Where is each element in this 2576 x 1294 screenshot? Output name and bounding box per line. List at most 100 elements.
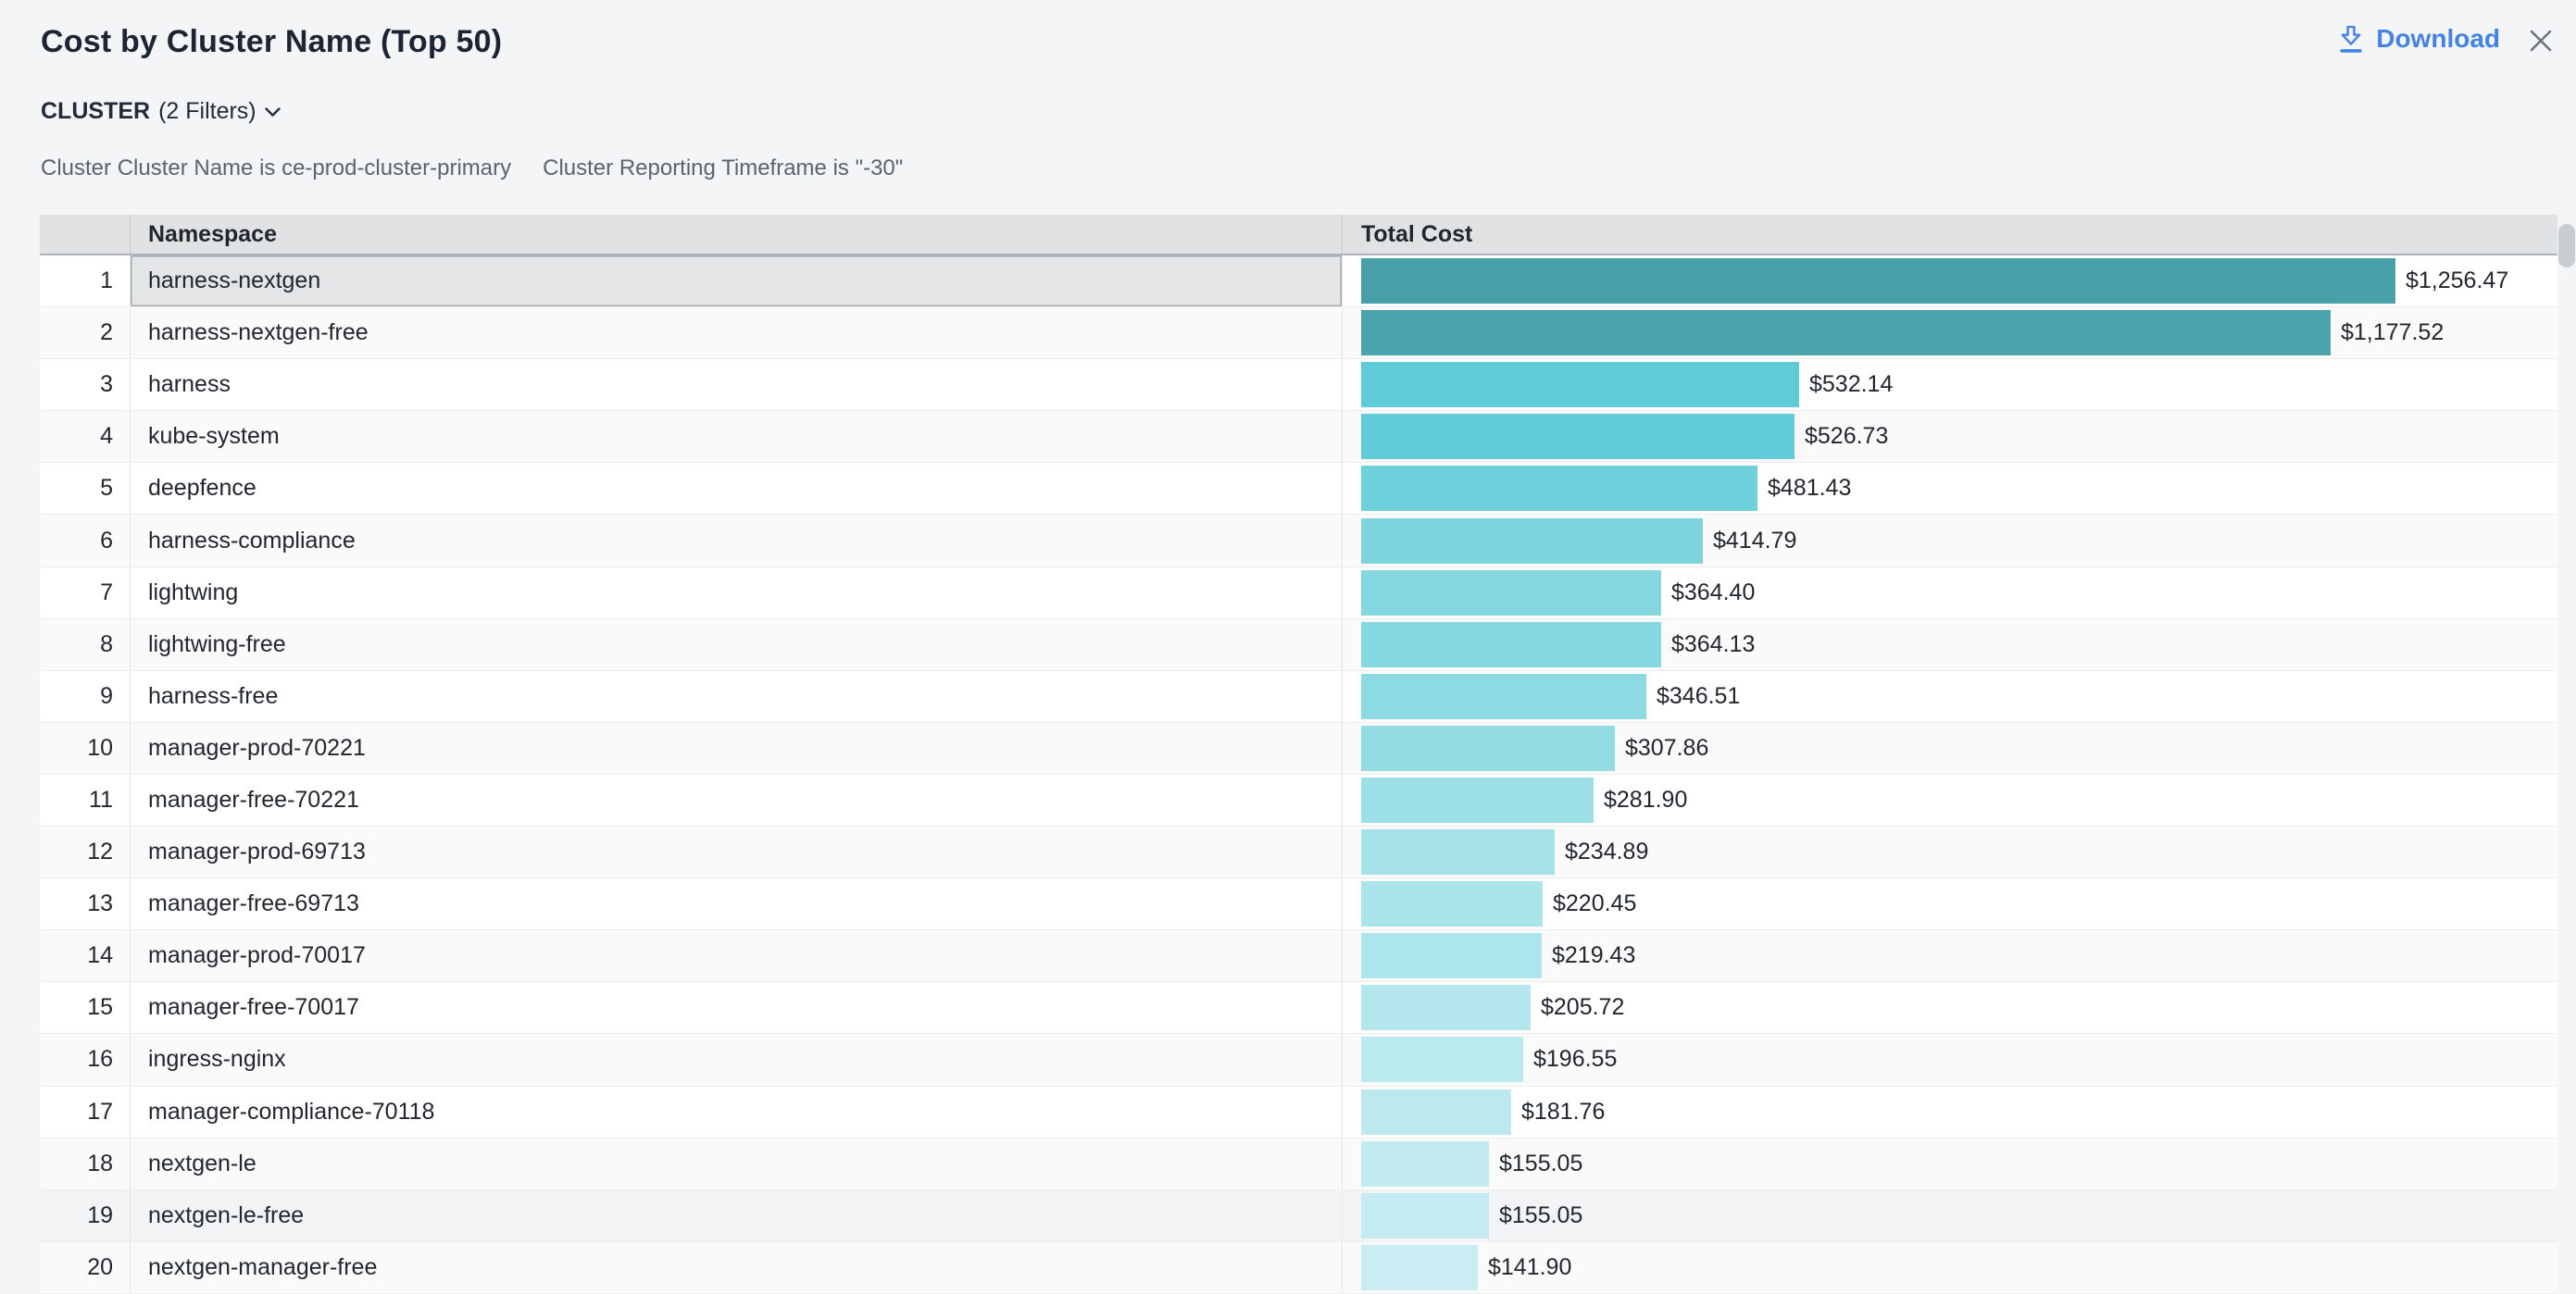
vertical-scrollbar-thumb[interactable] (2558, 224, 2575, 268)
row-rank: 6 (40, 515, 131, 566)
namespace-cell[interactable]: lightwing-free (131, 619, 1343, 670)
table-row[interactable]: 2 harness-nextgen-free $1,177.52 (40, 307, 2557, 359)
rank-column-header (40, 215, 131, 254)
namespace-label: deepfence (148, 475, 256, 502)
cost-bar (1361, 1089, 1511, 1135)
namespace-label: harness-free (148, 683, 278, 710)
namespace-cell[interactable]: manager-compliance-70118 (131, 1087, 1343, 1138)
namespace-cell[interactable]: harness (131, 359, 1343, 410)
namespace-label: lightwing-free (148, 631, 286, 658)
cost-bar (1361, 258, 2395, 304)
cost-bar (1361, 518, 1703, 564)
table-row[interactable]: 18 nextgen-le $155.05 (40, 1138, 2557, 1190)
table-row[interactable]: 9 harness-free $346.51 (40, 671, 2557, 723)
total-cost-cell: $481.43 (1343, 463, 2557, 514)
namespace-cell[interactable]: manager-free-70221 (131, 775, 1343, 826)
table-row[interactable]: 19 nextgen-le-free $155.05 (40, 1190, 2557, 1242)
namespace-cell[interactable]: nextgen-le-free (131, 1190, 1343, 1241)
total-cost-cell: $155.05 (1343, 1190, 2557, 1241)
table-row[interactable]: 15 manager-free-70017 $205.72 (40, 982, 2557, 1034)
cost-bar (1361, 1245, 1478, 1290)
cost-value: $532.14 (1809, 371, 1893, 398)
cost-value: $364.40 (1671, 579, 1755, 606)
namespace-label: manager-free-69713 (148, 890, 359, 917)
table-row[interactable]: 7 lightwing $364.40 (40, 567, 2557, 619)
cluster-filters-dropdown[interactable]: CLUSTER (2 Filters) (41, 98, 281, 125)
cost-table: Namespace Total Cost 1 harness-nextgen $… (40, 215, 2557, 1294)
row-rank: 1 (40, 255, 131, 306)
table-row[interactable]: 3 harness $532.14 (40, 359, 2557, 411)
cost-value: $141.90 (1488, 1254, 1571, 1281)
cost-bar (1361, 1141, 1489, 1187)
namespace-label: nextgen-manager-free (148, 1254, 377, 1281)
row-rank: 15 (40, 982, 131, 1033)
namespace-cell[interactable]: manager-free-69713 (131, 878, 1343, 929)
row-rank: 7 (40, 567, 131, 618)
row-rank: 18 (40, 1138, 131, 1189)
table-row[interactable]: 6 harness-compliance $414.79 (40, 515, 2557, 566)
cost-bar (1361, 726, 1615, 771)
total-cost-cell: $155.05 (1343, 1138, 2557, 1189)
namespace-cell[interactable]: harness-nextgen-free (131, 307, 1343, 358)
namespace-cell[interactable]: nextgen-le (131, 1138, 1343, 1189)
cost-value: $205.72 (1541, 994, 1624, 1021)
row-rank: 3 (40, 359, 131, 410)
cost-bar (1361, 985, 1531, 1030)
namespace-cell[interactable]: ingress-nginx (131, 1034, 1343, 1085)
namespace-cell[interactable]: manager-prod-70221 (131, 723, 1343, 774)
namespace-cell[interactable]: harness-nextgen (131, 255, 1343, 306)
total-cost-cell: $205.72 (1343, 982, 2557, 1033)
page-title: Cost by Cluster Name (Top 50) (41, 24, 502, 60)
table-row[interactable]: 17 manager-compliance-70118 $181.76 (40, 1087, 2557, 1138)
cost-value: $364.13 (1671, 631, 1755, 658)
total-cost-cell: $219.43 (1343, 930, 2557, 981)
namespace-label: manager-free-70017 (148, 994, 359, 1021)
row-rank: 20 (40, 1242, 131, 1293)
namespace-cell[interactable]: harness-free (131, 671, 1343, 722)
namespace-cell[interactable]: lightwing (131, 567, 1343, 618)
table-row[interactable]: 14 manager-prod-70017 $219.43 (40, 930, 2557, 982)
namespace-cell[interactable]: manager-prod-70017 (131, 930, 1343, 981)
close-button[interactable] (2524, 24, 2557, 57)
cost-value: $1,256.47 (2406, 268, 2508, 294)
table-row[interactable]: 10 manager-prod-70221 $307.86 (40, 723, 2557, 775)
table-row[interactable]: 4 kube-system $526.73 (40, 411, 2557, 463)
cost-bar (1361, 570, 1661, 616)
table-row[interactable]: 12 manager-prod-69713 $234.89 (40, 827, 2557, 878)
table-row[interactable]: 11 manager-free-70221 $281.90 (40, 775, 2557, 827)
namespace-cell[interactable]: deepfence (131, 463, 1343, 514)
table-row[interactable]: 16 ingress-nginx $196.55 (40, 1034, 2557, 1086)
row-rank: 16 (40, 1034, 131, 1085)
cost-value: $155.05 (1499, 1202, 1582, 1229)
cost-bar (1361, 1193, 1489, 1238)
total-cost-cell: $181.76 (1343, 1087, 2557, 1138)
cost-value: $481.43 (1768, 475, 1851, 502)
namespace-label: harness (148, 371, 231, 398)
namespace-cell[interactable]: nextgen-manager-free (131, 1242, 1343, 1293)
cost-bar (1361, 414, 1794, 459)
table-row[interactable]: 20 nextgen-manager-free $141.90 (40, 1242, 2557, 1294)
namespace-cell[interactable]: harness-compliance (131, 515, 1343, 566)
table-header-row: Namespace Total Cost (40, 215, 2557, 255)
cost-value: $196.55 (1533, 1046, 1617, 1073)
total-cost-cell: $141.90 (1343, 1242, 2557, 1293)
download-button[interactable]: Download (2337, 24, 2500, 54)
cost-value: $307.86 (1625, 735, 1708, 762)
total-cost-cell: $234.89 (1343, 827, 2557, 877)
cost-bar (1361, 362, 1799, 407)
namespace-cell[interactable]: manager-prod-69713 (131, 827, 1343, 877)
table-row[interactable]: 5 deepfence $481.43 (40, 463, 2557, 515)
namespace-cell[interactable]: kube-system (131, 411, 1343, 462)
row-rank: 12 (40, 827, 131, 877)
row-rank: 11 (40, 775, 131, 826)
total-cost-cell: $1,256.47 (1343, 255, 2557, 306)
table-body: 1 harness-nextgen $1,256.47 2 harness-ne… (40, 255, 2557, 1294)
row-rank: 14 (40, 930, 131, 981)
namespace-label: manager-prod-70017 (148, 942, 366, 969)
table-row[interactable]: 1 harness-nextgen $1,256.47 (40, 255, 2557, 307)
table-row[interactable]: 13 manager-free-69713 $220.45 (40, 878, 2557, 930)
filter-count-label: (2 Filters) (158, 98, 256, 125)
namespace-cell[interactable]: manager-free-70017 (131, 982, 1343, 1033)
table-row[interactable]: 8 lightwing-free $364.13 (40, 619, 2557, 671)
cost-bar (1361, 622, 1661, 667)
